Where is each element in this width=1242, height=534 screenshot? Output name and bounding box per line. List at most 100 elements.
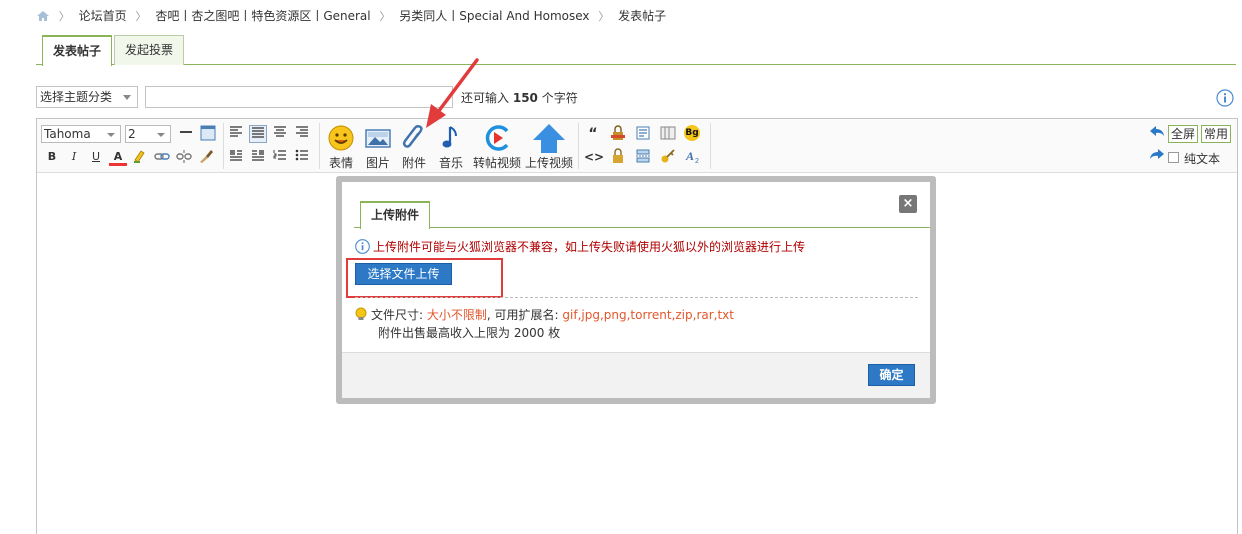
extensions-label: , 可用扩展名: (486, 308, 559, 322)
code-button[interactable]: <> (584, 148, 604, 166)
font-family-value: Tahoma (44, 127, 91, 141)
free-lock-icon[interactable] (609, 125, 627, 143)
smiley-button[interactable]: 表情 (325, 123, 357, 170)
breadcrumb-separator: 〉 (379, 10, 391, 23)
page-icon[interactable] (659, 125, 677, 143)
align-justify-icon[interactable] (249, 125, 267, 143)
redo-icon[interactable] (1148, 148, 1166, 166)
fullscreen-button[interactable]: 全屏 (1168, 125, 1199, 143)
font-family-select[interactable]: Tahoma (41, 125, 121, 143)
unlink-icon[interactable] (175, 148, 193, 166)
file-size-value: 大小不限制 (426, 308, 487, 322)
table-icon[interactable] (199, 125, 217, 143)
info-icon[interactable] (1216, 89, 1234, 110)
horizontal-rule-icon[interactable] (177, 125, 195, 143)
breadcrumb-separator: 〉 (135, 10, 147, 23)
upload-arrow-icon (533, 124, 565, 153)
char-limit-suffix: 个字符 (541, 91, 578, 105)
tab-upload-attachment[interactable]: 上传附件 (360, 201, 431, 229)
confirm-button[interactable]: 确定 (868, 364, 915, 386)
clear-format-icon[interactable] (197, 148, 215, 166)
plain-text-label: 纯文本 (1184, 152, 1221, 166)
align-right-icon[interactable] (293, 125, 311, 143)
text-color-button[interactable]: A (109, 148, 127, 166)
font-size-value: 2 (128, 127, 136, 141)
plain-text-checkbox[interactable] (1168, 152, 1179, 163)
extensions-value: gif,jpg,png,torrent,zip,rar,txt (562, 308, 734, 322)
float-right-icon[interactable] (249, 148, 267, 166)
firefox-warning: 上传附件可能与火狐浏览器不兼容，如上传失败请使用火狐以外的浏览器进行上传 (355, 239, 805, 258)
highlight-icon[interactable] (131, 148, 149, 166)
background-color-button[interactable]: Bg (684, 125, 700, 141)
breadcrumb: 〉 论坛首页 〉 杏吧丨杏之图吧丨特色资源区丨General 〉 另类同人丨Sp… (36, 8, 666, 24)
dialog-footer: 确定 (342, 352, 930, 398)
italic-button[interactable]: I (65, 148, 83, 166)
chevron-down-icon (123, 95, 131, 100)
toolbar-separator (319, 123, 320, 169)
tab-new-post[interactable]: 发表帖子 (42, 35, 113, 66)
dialog-tabs: 上传附件 (354, 201, 930, 229)
annotation-highlight-box (346, 258, 503, 298)
bold-button[interactable]: B (43, 148, 61, 166)
breadcrumb-section[interactable]: 杏吧丨杏之图吧丨特色资源区丨General (155, 9, 370, 23)
smiley-icon (328, 125, 354, 151)
attachment-button-label: 附件 (401, 156, 426, 170)
ordered-list-icon[interactable] (271, 148, 289, 166)
unordered-list-icon[interactable] (293, 148, 311, 166)
underline-button[interactable]: U (87, 148, 105, 166)
char-limit-prefix: 还可输入 (461, 91, 510, 105)
quote-button[interactable]: “ (584, 125, 602, 143)
code-block-icon[interactable] (634, 125, 652, 143)
music-button[interactable]: 音乐 (435, 123, 467, 170)
toolbar-separator (710, 123, 711, 169)
breadcrumb-separator: 〉 (598, 10, 610, 23)
info-icon (355, 239, 370, 258)
align-center-icon[interactable] (271, 125, 289, 143)
close-button[interactable]: × (899, 195, 917, 213)
attachment-button[interactable]: 附件 (398, 123, 430, 170)
paperclip-icon (402, 125, 423, 148)
breadcrumb-forum-home[interactable]: 论坛首页 (79, 9, 127, 23)
toolbar-separator (223, 123, 224, 169)
font-size-select[interactable]: 2 (125, 125, 171, 143)
home-icon[interactable] (36, 10, 50, 26)
chevron-down-icon (157, 133, 165, 137)
key-icon[interactable] (659, 148, 677, 166)
toolbar-separator (578, 123, 579, 169)
page: 〉 论坛首页 〉 杏吧丨杏之图吧丨特色资源区丨General 〉 另类同人丨Sp… (0, 0, 1242, 534)
link-icon[interactable] (153, 148, 171, 166)
lightbulb-icon (355, 307, 367, 326)
sell-limit-text: 附件出售最高收入上限为 2000 枚 (378, 326, 561, 340)
subscript-format-icon[interactable]: A2 (684, 148, 702, 166)
hide-lock-icon[interactable] (609, 148, 627, 166)
upload-video-button[interactable]: 上传视频 (525, 123, 573, 170)
title-row: 选择主题分类 还可输入 150 个字符 (36, 86, 1238, 108)
firefox-warning-text: 上传附件可能与火狐浏览器不兼容，如上传失败请使用火狐以外的浏览器进行上传 (373, 240, 806, 254)
upload-attachment-dialog: 上传附件 × 上传附件可能与火狐浏览器不兼容，如上传失败请使用火狐以外的浏览器进… (336, 176, 936, 404)
file-size-label: 文件尺寸: (371, 308, 424, 322)
char-limit-count: 150 (512, 91, 538, 105)
editor-toolbar: Tahoma 2 B I U A 表情 图片 附件 音乐 转帖视频 上传视频 “… (37, 119, 1237, 173)
upload-dialog-body: 上传附件 × 上传附件可能与火狐浏览器不兼容，如上传失败请使用火狐以外的浏览器进… (342, 182, 930, 398)
common-button[interactable]: 常用 (1201, 125, 1232, 143)
post-tabs: 发表帖子 发起投票 (36, 35, 1236, 66)
tab-new-poll[interactable]: 发起投票 (114, 35, 185, 65)
image-button[interactable]: 图片 (362, 123, 394, 170)
breadcrumb-board[interactable]: 另类同人丨Special And Homosex (399, 9, 589, 23)
image-icon (365, 129, 391, 148)
chevron-down-icon (107, 133, 115, 137)
category-select[interactable]: 选择主题分类 (36, 86, 138, 108)
breadcrumb-separator: 〉 (58, 10, 70, 23)
category-select-value: 选择主题分类 (40, 90, 113, 104)
video-play-icon (485, 125, 509, 151)
align-left-icon[interactable] (227, 125, 245, 143)
page-break-icon[interactable] (634, 148, 652, 166)
float-left-icon[interactable] (227, 148, 245, 166)
repost-video-button-label: 转帖视频 (473, 156, 522, 170)
upload-video-button-label: 上传视频 (525, 156, 574, 170)
breadcrumb-current: 发表帖子 (618, 9, 667, 23)
divider (355, 297, 918, 298)
title-input[interactable] (145, 86, 453, 108)
undo-icon[interactable] (1148, 125, 1166, 143)
repost-video-button[interactable]: 转帖视频 (473, 123, 521, 170)
